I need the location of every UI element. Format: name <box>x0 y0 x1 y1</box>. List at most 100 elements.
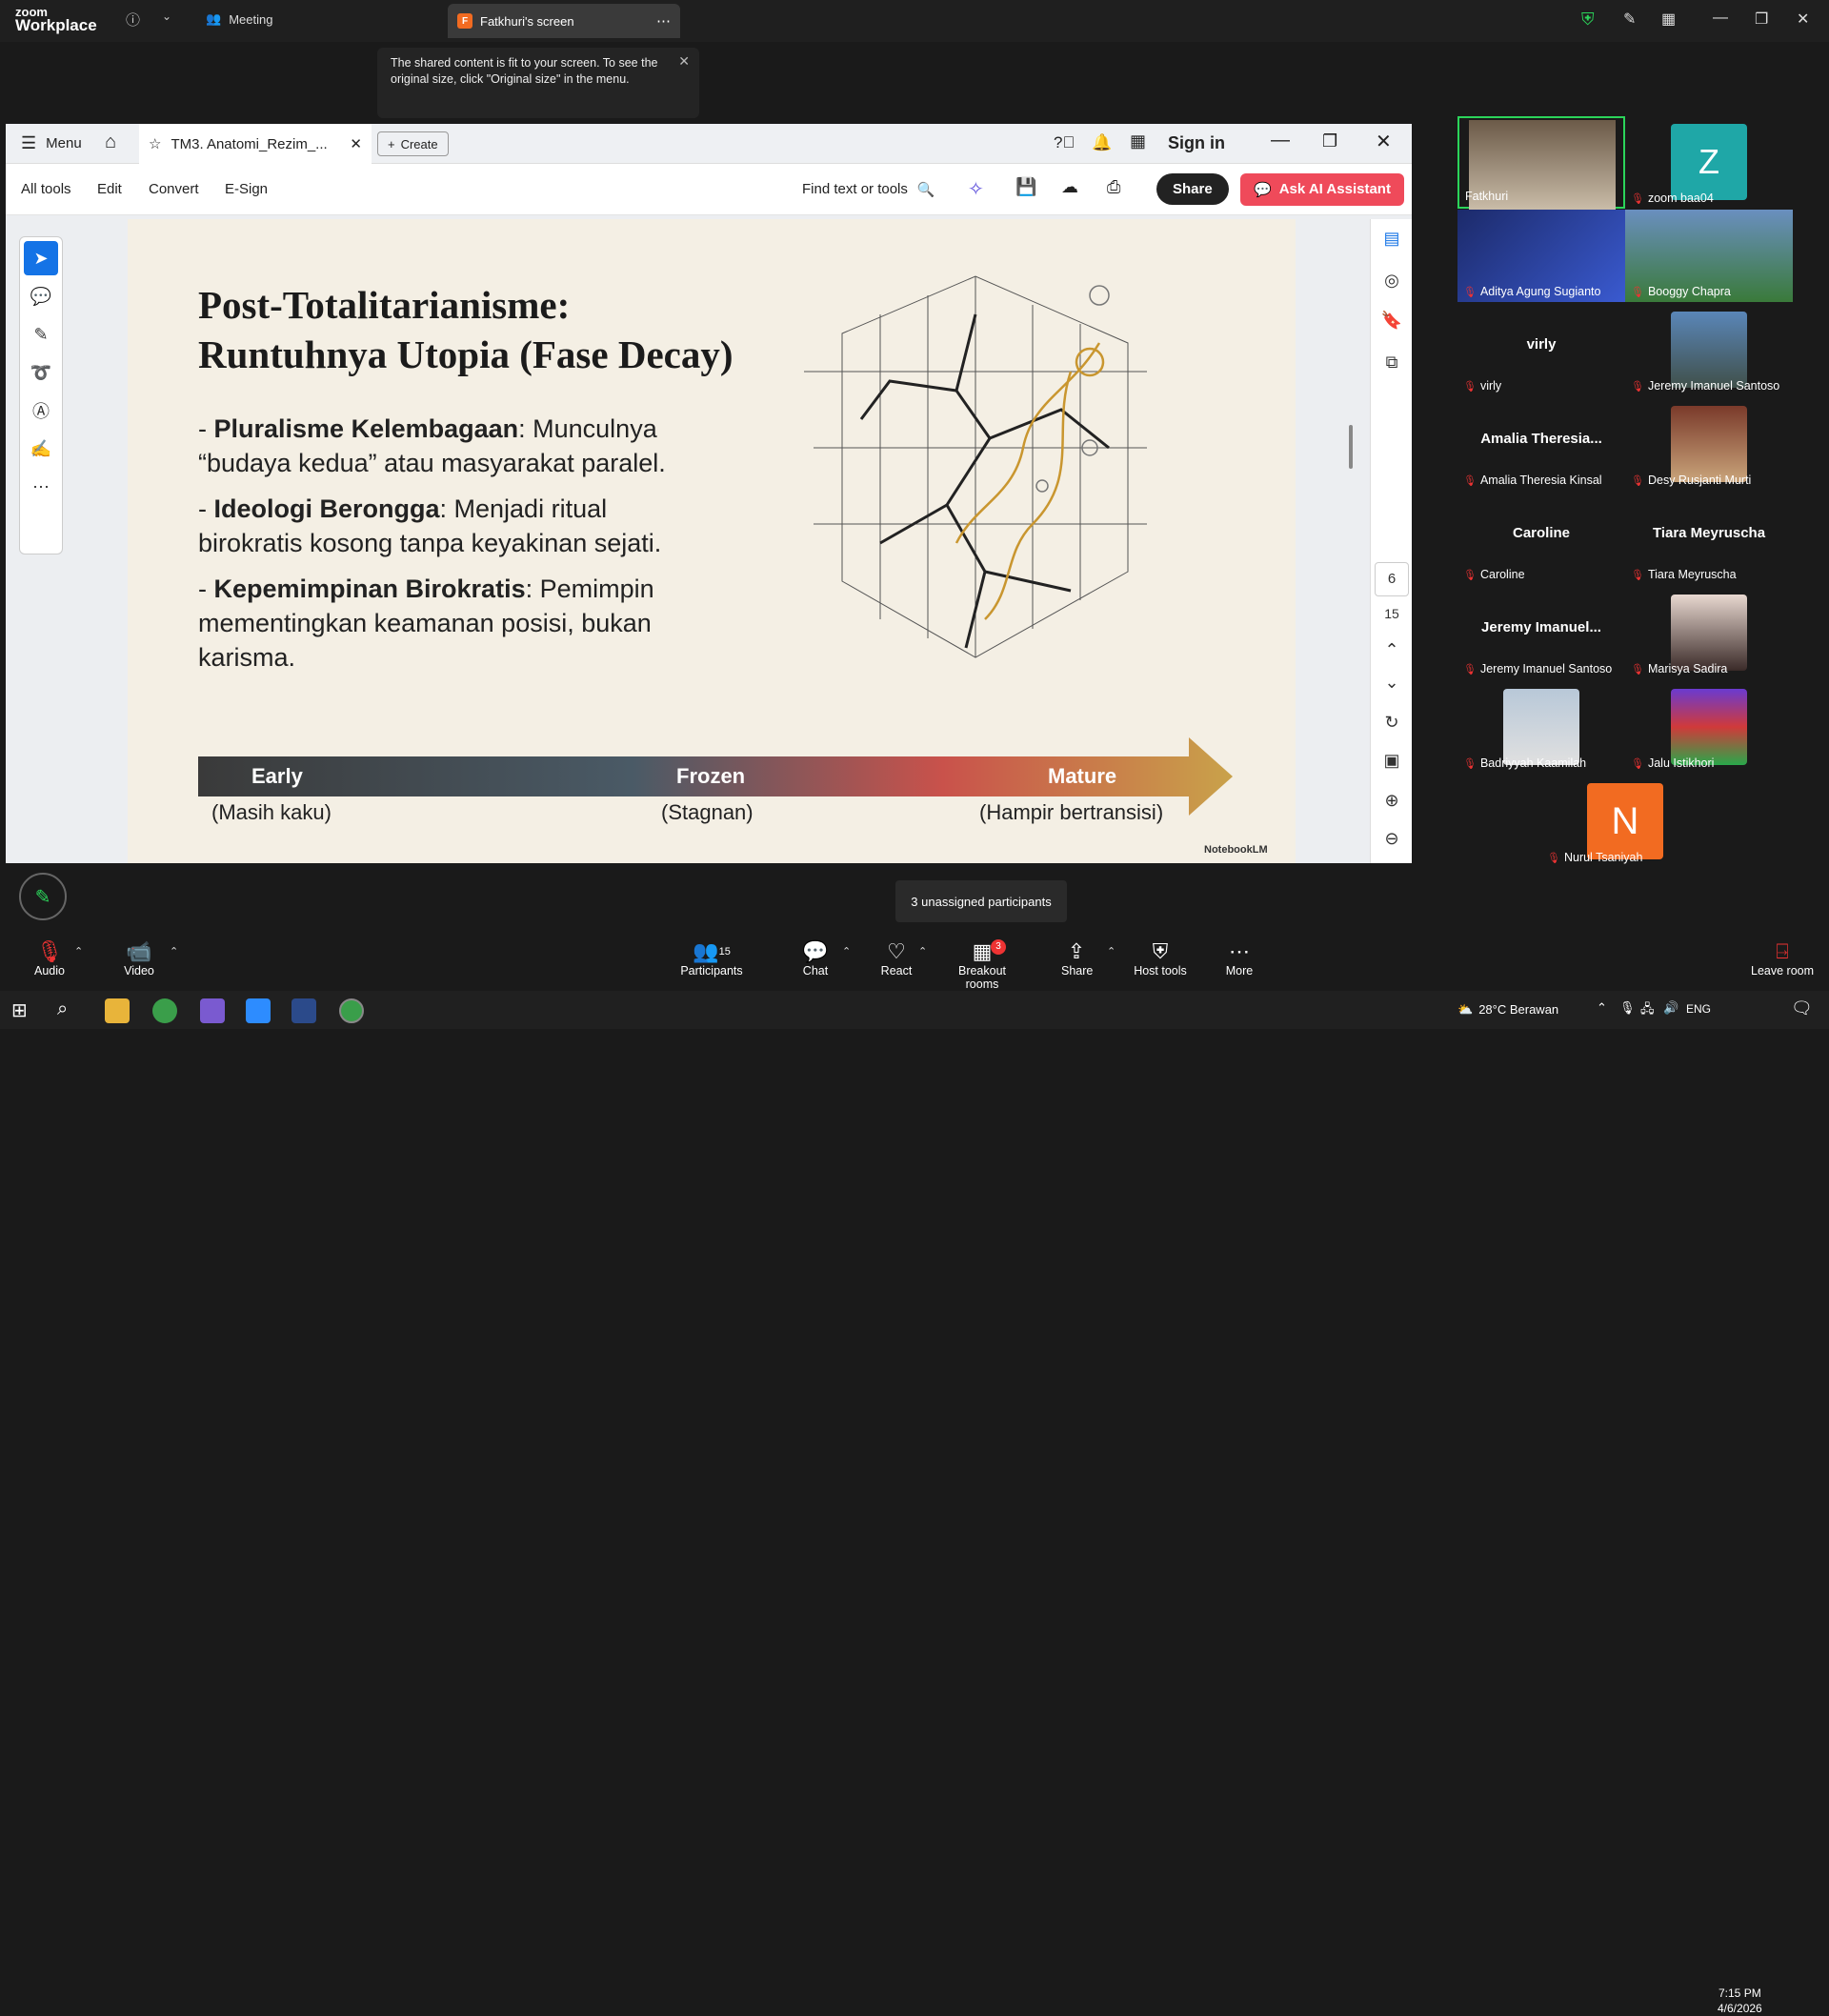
participant-tile[interactable]: N 🎙 Nurul Tsaniyah <box>1541 776 1709 868</box>
participant-tile[interactable]: 🎙 Booggy Chapra <box>1625 210 1793 302</box>
close-icon[interactable]: ✕ <box>1797 10 1809 29</box>
apps-grid-icon[interactable]: ▦ <box>1130 131 1146 151</box>
unassigned-participants-popup[interactable]: 3 unassigned participants <box>895 880 1067 922</box>
participant-tile[interactable]: 🎙 Desy Rusjanti Murti <box>1625 398 1793 491</box>
react-button[interactable]: ♡ React <box>880 939 913 978</box>
bookmark-icon[interactable]: 🔖 <box>1371 311 1412 331</box>
highlight-pen-icon[interactable]: ✎ <box>24 317 58 352</box>
share-screen-button[interactable]: ⇪ Share <box>1061 939 1093 978</box>
ask-ai-assistant-button[interactable]: 💬 Ask AI Assistant <box>1240 173 1404 206</box>
chevron-down-icon[interactable]: ⌄ <box>162 10 171 23</box>
participant-tile[interactable]: Z 🎙 zoom baa04 <box>1625 116 1793 209</box>
participant-tile[interactable]: 🎙 Marisya Sadira <box>1625 587 1793 679</box>
acrobat-restore-icon[interactable]: ❐ <box>1322 131 1337 151</box>
lasso-draw-icon[interactable]: ➰ <box>24 355 58 390</box>
file-explorer-icon[interactable] <box>105 998 130 1023</box>
chat-button[interactable]: 💬 Chat <box>800 939 831 978</box>
chrome-icon[interactable] <box>152 998 177 1023</box>
chat-options-caret-icon[interactable]: ⌃ <box>842 945 851 958</box>
participant-tile[interactable]: 🎙 Badriyyah Kaamilah <box>1457 681 1625 774</box>
print-icon[interactable]: ⎙ <box>1107 177 1120 197</box>
app-icon[interactable] <box>200 998 225 1023</box>
zoom-out-icon[interactable]: ⊖ <box>1371 829 1412 849</box>
annotate-floating-icon[interactable]: ✎ <box>19 873 67 920</box>
participant-tile[interactable]: 🎙 Jalu Istikhori <box>1625 681 1793 774</box>
zoom-in-icon[interactable]: ⊕ <box>1371 791 1412 811</box>
find-text-tools[interactable]: Find text or tools 🔍 <box>802 181 935 198</box>
share-options-caret-icon[interactable]: ⌃ <box>1107 945 1115 958</box>
page-up-icon[interactable]: ⌃ <box>1371 640 1412 660</box>
notification-center-icon[interactable]: 🗨 <box>1791 998 1813 1018</box>
select-cursor-icon[interactable]: ➤ <box>24 241 58 275</box>
participants-button[interactable]: 👥15 Participants <box>680 939 743 978</box>
tab-shared-screen[interactable]: F Fatkhuri's screen ⋯ <box>448 4 680 38</box>
fill-sign-icon[interactable]: ✍ <box>24 432 58 466</box>
meeting-info-icon[interactable]: ⓘ <box>126 10 140 30</box>
host-tools-button[interactable]: ⛨ Host tools <box>1134 939 1187 978</box>
tray-volume-icon[interactable]: 🔊 <box>1663 1000 1678 1016</box>
text-box-icon[interactable]: Ⓐ <box>24 393 58 428</box>
participant-tile[interactable]: Caroline 🎙 Caroline <box>1457 493 1625 585</box>
security-shield-icon[interactable]: ⛨ <box>1581 10 1595 30</box>
vertical-scrollbar[interactable] <box>1349 425 1353 469</box>
tab-document[interactable]: ☆ TM3. Anatomi_Rezim_... ✕ <box>139 124 372 164</box>
sign-in-link[interactable]: Sign in <box>1168 133 1225 153</box>
audio-options-caret-icon[interactable]: ⌃ <box>74 945 83 958</box>
ai-summary-icon[interactable]: ✧ <box>968 177 984 201</box>
ai-panel-icon[interactable]: ▤ <box>1371 229 1412 249</box>
participant-tile[interactable]: 🎙 Aditya Agung Sugianto <box>1457 210 1625 302</box>
audio-button[interactable]: 🎙 Audio <box>32 939 67 978</box>
camera-app-icon[interactable] <box>291 998 316 1023</box>
more-tools-icon[interactable]: ⋯ <box>24 470 58 504</box>
tab-all-tools[interactable]: All tools <box>21 181 71 197</box>
tab-meeting[interactable]: 👥 Meeting <box>206 11 272 27</box>
create-button[interactable]: + Create <box>377 131 449 156</box>
annotate-pen-icon[interactable]: ✎ <box>1623 10 1636 29</box>
participant-tile[interactable]: 🎙 Jeremy Imanuel Santoso <box>1625 304 1793 396</box>
participant-tile[interactable]: Fatkhuri <box>1457 116 1625 210</box>
comment-bubble-icon[interactable]: ◎ <box>1371 271 1412 291</box>
participant-tile[interactable]: Jeremy Imanuel... 🎙 Jeremy Imanuel Santos… <box>1457 587 1625 679</box>
leave-room-button[interactable]: ⍈ Leave room <box>1751 939 1814 978</box>
restore-icon[interactable]: ❐ <box>1755 10 1768 29</box>
page-down-icon[interactable]: ⌄ <box>1371 673 1412 693</box>
acrobat-minimize-icon[interactable]: — <box>1271 130 1290 151</box>
taskbar-search-icon[interactable]: ⌕ <box>57 998 68 1020</box>
minimize-icon[interactable]: — <box>1713 10 1728 27</box>
current-page-input[interactable]: 6 <box>1375 562 1409 596</box>
save-icon[interactable]: 💾 <box>1015 177 1036 197</box>
share-button[interactable]: Share <box>1156 173 1229 205</box>
tray-chevron-icon[interactable]: ⌃ <box>1597 1000 1607 1016</box>
view-layout-icon[interactable]: ▦ <box>1661 10 1676 29</box>
more-button[interactable]: ⋯ More <box>1225 939 1254 978</box>
tray-mic-icon[interactable]: 🎙 <box>1619 1000 1636 1016</box>
system-clock[interactable]: 7:15 PM 4/6/2026 <box>1718 1986 1762 2016</box>
participant-tile[interactable]: virly 🎙 virly <box>1457 304 1625 396</box>
acrobat-close-icon[interactable]: ✕ <box>1376 130 1392 153</box>
tab-edit[interactable]: Edit <box>97 181 122 197</box>
tray-network-icon[interactable]: 🖧 <box>1640 1000 1655 1021</box>
pages-copy-icon[interactable]: ⧉ <box>1371 353 1412 373</box>
tab-e-sign[interactable]: E-Sign <box>225 181 268 197</box>
breakout-rooms-button[interactable]: ▦ 3 Breakout rooms <box>941 939 1023 991</box>
view-options-icon[interactable]: ⋯ <box>656 12 671 30</box>
tab-convert[interactable]: Convert <box>149 181 199 197</box>
video-button[interactable]: 📹 Video <box>120 939 158 978</box>
close-tooltip-icon[interactable]: ✕ <box>678 53 690 70</box>
close-tab-icon[interactable]: ✕ <box>350 135 362 152</box>
upload-cloud-icon[interactable]: ☁ <box>1061 177 1078 197</box>
windows-start-icon[interactable]: ⊞ <box>11 998 28 1022</box>
help-icon[interactable]: ?⃝ <box>1054 133 1075 152</box>
video-options-caret-icon[interactable]: ⌃ <box>170 945 178 958</box>
zoom-app-icon[interactable] <box>246 998 271 1023</box>
weather-widget[interactable]: ⛅ 28°C Berawan <box>1457 1002 1558 1018</box>
notification-bell-icon[interactable]: 🔔 <box>1092 133 1112 152</box>
star-icon[interactable]: ☆ <box>149 135 161 152</box>
menu-button[interactable]: ☰ Menu <box>21 133 82 153</box>
comment-icon[interactable]: 💬 <box>24 279 58 313</box>
rotate-icon[interactable]: ↻ <box>1371 713 1412 733</box>
participant-tile[interactable]: Amalia Theresia... 🎙 Amalia Theresia Kins… <box>1457 398 1625 491</box>
input-language[interactable]: ENG <box>1686 1002 1711 1016</box>
participant-tile[interactable]: Tiara Meyruscha 🎙 Tiara Meyruscha <box>1625 493 1793 585</box>
chrome-active-icon[interactable] <box>339 998 364 1023</box>
